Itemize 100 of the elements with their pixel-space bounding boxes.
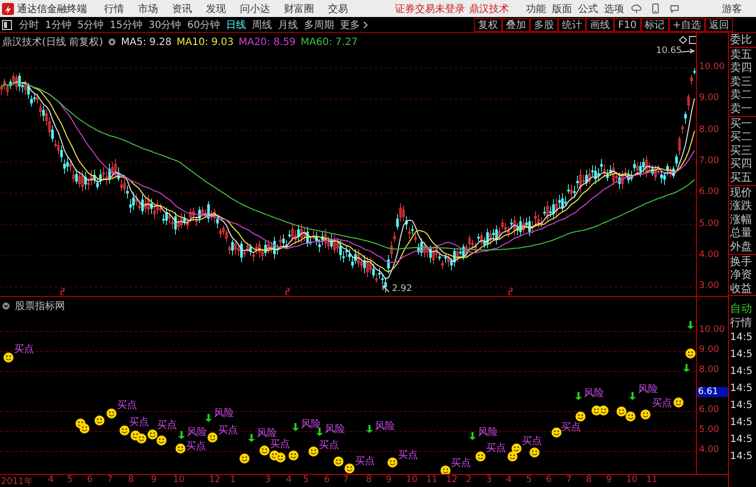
high-price-label: 10.65 [656, 46, 682, 56]
quote-field-label: 现价 [729, 186, 753, 200]
quote-field-label: 买四 [729, 157, 753, 171]
period-tab[interactable]: 1分钟 [45, 18, 72, 32]
smiley-icon [174, 442, 186, 454]
menu-item[interactable]: 公式 [578, 2, 598, 16]
signal-label: 买点 [129, 417, 149, 428]
signal-label: 买点 [355, 456, 375, 467]
signal-label: 风险 [638, 384, 658, 395]
down-arrow-icon [316, 428, 322, 436]
login-status[interactable]: 证券交易未登录 [395, 2, 465, 16]
smiley-icon [510, 442, 522, 454]
signal-label: 风险 [584, 388, 604, 399]
down-arrow-icon [248, 434, 254, 442]
diamond-icon[interactable] [679, 36, 687, 44]
tool-button[interactable]: 画线 [586, 18, 614, 32]
tool-button[interactable]: +自选 [668, 18, 705, 32]
tool-button[interactable]: 标记 [640, 18, 669, 32]
period-tab[interactable]: 30分钟 [148, 18, 182, 32]
current-value-label: 6.61 [697, 387, 728, 397]
tool-button[interactable]: 统计 [558, 18, 586, 32]
app-title: 通达信金融终端 [17, 2, 87, 16]
menu-item[interactable]: 市场 [138, 2, 158, 16]
tool-button[interactable]: 返回 [705, 18, 733, 32]
down-arrow-icon [628, 392, 636, 400]
menu-item[interactable]: 财富圈 [284, 2, 314, 16]
quote-field-label: 换手 [729, 254, 753, 268]
smiley-icon [386, 456, 398, 468]
smiley-icon [258, 444, 270, 456]
signal-label: 买点 [270, 439, 290, 450]
phone-icon[interactable] [650, 3, 661, 14]
trade-time: 14:5 [729, 331, 754, 346]
period-tab[interactable]: 周线 [252, 18, 272, 32]
menu-item[interactable]: 选项 [604, 2, 624, 16]
stock-name: 鼎汉技术 [469, 2, 509, 16]
date-label: 4 [48, 475, 54, 485]
tool-button[interactable]: 多股 [530, 18, 558, 32]
smiley-icon [156, 434, 166, 446]
tool-button[interactable]: 叠加 [502, 18, 530, 32]
moving-average-label: MA60: 7.27 [300, 36, 358, 48]
menu-item[interactable]: 问小达 [240, 2, 270, 16]
square-icon[interactable] [2, 20, 12, 30]
axis-label: 5.00 [699, 425, 720, 435]
period-tab[interactable]: 日线 [226, 18, 246, 32]
smiley-icon [78, 422, 90, 434]
auto-mode-label[interactable]: 自动 [729, 302, 756, 316]
quote-tab[interactable]: 行情 [729, 316, 756, 330]
chevron-circle-icon[interactable] [2, 302, 10, 310]
moving-average-label: MA10: 9.03 [176, 36, 234, 48]
period-tab[interactable]: 60分钟 [187, 18, 220, 32]
quote-field-label: 卖五 [729, 48, 753, 62]
chat-icon[interactable] [669, 3, 680, 14]
period-tab[interactable]: 分时 [19, 18, 39, 32]
smiley-icon [616, 406, 626, 416]
cloud-icon[interactable] [631, 3, 642, 14]
date-label: 9 [386, 475, 392, 485]
date-label: 8 [366, 475, 372, 485]
quote-field-label: 涨幅 [729, 212, 753, 226]
menu-item[interactable]: 行情 [104, 2, 124, 16]
signal-label: 买点 [522, 436, 542, 447]
smiley-icon [440, 464, 450, 474]
low-price-label: 2.92 [392, 284, 412, 294]
menu-item[interactable]: 版面 [552, 2, 572, 16]
quote-field-label: 委比 [729, 33, 753, 47]
date-label: 12 [446, 475, 458, 485]
gear-icon[interactable] [108, 38, 116, 46]
trade-time: 14:5 [729, 348, 754, 362]
signal-label: 风险 [301, 419, 321, 430]
down-arrow-icon [574, 392, 582, 400]
smiley-icon [146, 428, 158, 440]
period-tab[interactable]: 15分钟 [110, 18, 142, 32]
menu-item[interactable]: 资讯 [172, 2, 192, 16]
smiley-icon [238, 452, 250, 464]
menu-item[interactable]: 功能 [526, 2, 546, 16]
smiley-icon [344, 462, 354, 474]
period-tab[interactable]: 月线 [278, 18, 298, 32]
quote-field-label: 买一 [729, 116, 753, 130]
chevron-icon[interactable] [362, 20, 368, 28]
trade-time: 14:5 [729, 365, 754, 380]
quote-field-label: 买二 [729, 130, 753, 144]
date-label: 8 [586, 475, 592, 485]
smiley-icon [550, 426, 562, 438]
date-label: 6 [546, 475, 552, 485]
tool-button[interactable]: F10 [614, 18, 641, 32]
quote-field-label: 买三 [729, 144, 753, 158]
date-label: 5 [303, 475, 309, 485]
date-label: 6 [87, 475, 93, 485]
period-tab[interactable]: 5分钟 [77, 18, 104, 32]
period-tab[interactable]: 多周期 [304, 18, 334, 32]
moving-average-label: MA20: 8.59 [238, 36, 296, 48]
signal-label: 风险 [257, 428, 277, 439]
user-name[interactable]: 游客 [722, 2, 742, 16]
trade-time: 14:5 [729, 382, 754, 396]
smiley-icon [94, 414, 104, 426]
tool-button[interactable]: 复权 [474, 18, 502, 32]
menu-item[interactable]: 交易 [328, 2, 348, 16]
axis-label: 7.00 [699, 156, 720, 166]
quote-field-label: 卖二 [729, 88, 753, 102]
period-tab[interactable]: 更多 [340, 18, 360, 32]
menu-item[interactable]: 发现 [206, 2, 226, 16]
